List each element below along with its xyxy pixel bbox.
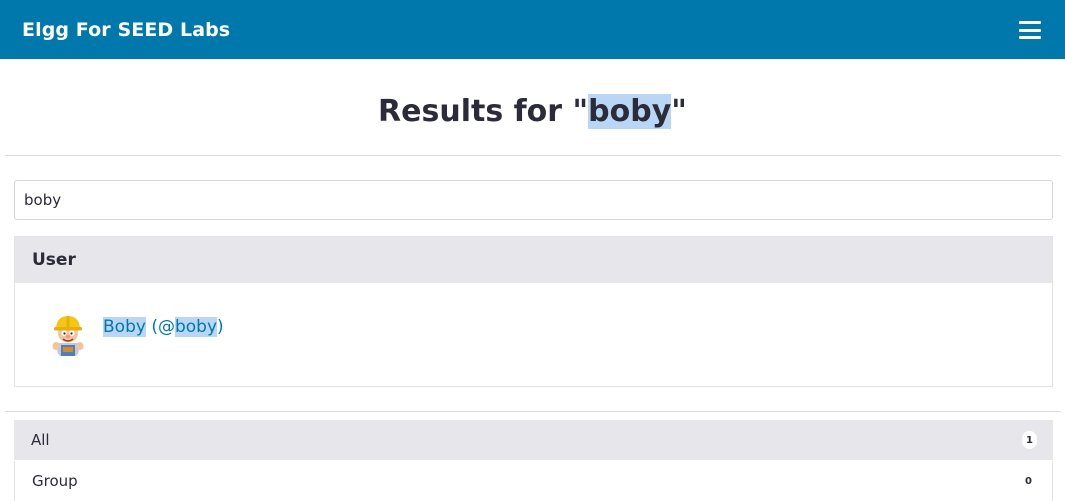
user-handle-prefix: (@: [145, 317, 175, 337]
user-name: Boby: [103, 317, 146, 337]
divider: [5, 411, 1061, 412]
divider: [5, 155, 1061, 156]
top-bar: Elgg For SEED Labs: [0, 0, 1065, 59]
filter-label: All: [31, 431, 50, 449]
user-handle-suffix: ): [217, 317, 224, 337]
user-profile-link[interactable]: Boby (@boby): [103, 317, 224, 337]
page-title: Results for "boby": [0, 94, 1065, 129]
user-results-module: User Boby (@boby): [14, 236, 1053, 387]
hamburger-menu-icon[interactable]: [1019, 21, 1041, 39]
hamburger-line: [1019, 21, 1041, 24]
user-handle: boby: [174, 317, 218, 337]
module-title: User: [15, 237, 1052, 283]
filter-item-group[interactable]: Group 0: [14, 461, 1053, 501]
filter-label: Group: [32, 472, 78, 490]
search-input[interactable]: [14, 180, 1053, 220]
page-title-prefix: Results for ": [378, 94, 589, 129]
count-badge: 0: [1021, 472, 1036, 490]
user-avatar-builder-icon[interactable]: [48, 313, 88, 357]
page-title-query: boby: [588, 94, 672, 129]
count-badge: 1: [1022, 431, 1037, 449]
filter-item-all[interactable]: All 1: [14, 420, 1053, 460]
hamburger-line: [1019, 36, 1041, 39]
user-result-row: Boby (@boby): [15, 283, 1052, 387]
hamburger-line: [1019, 28, 1041, 32]
site-name-link[interactable]: Elgg For SEED Labs: [22, 19, 230, 41]
page-title-suffix: ": [671, 94, 687, 129]
